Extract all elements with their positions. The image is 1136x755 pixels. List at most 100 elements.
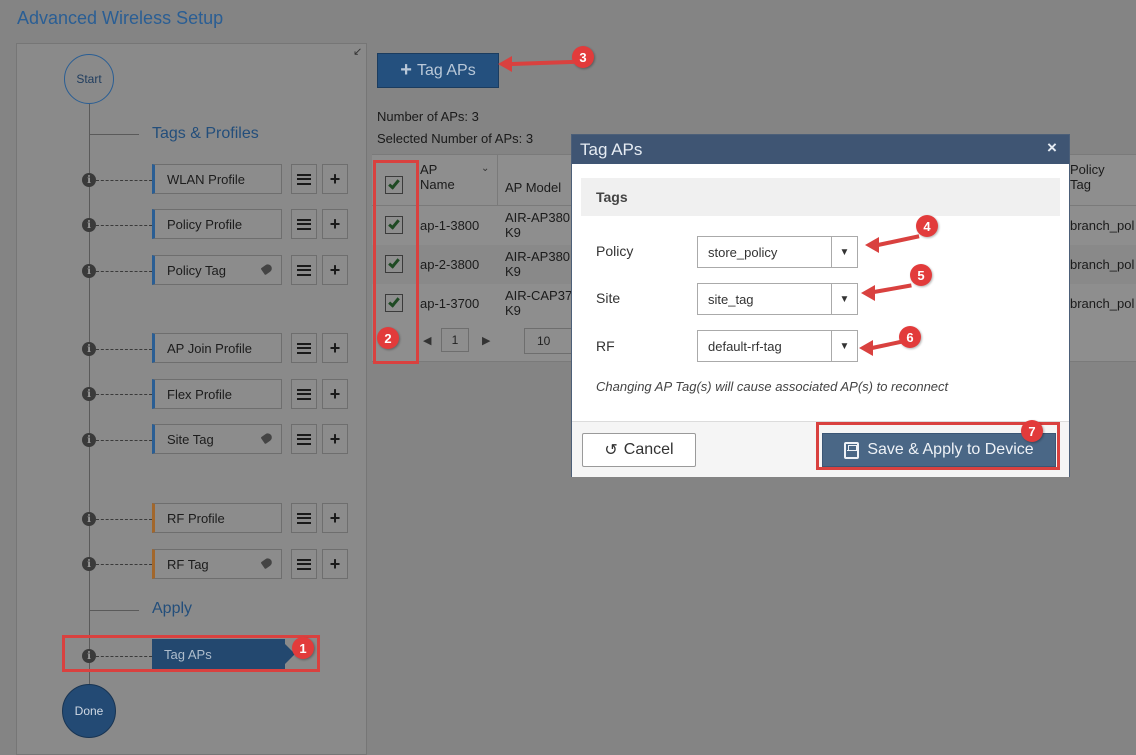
policy-select-value: store_policy <box>708 244 778 260</box>
policy-select[interactable]: store_policy ▼ <box>697 236 858 268</box>
list-icon <box>297 264 311 276</box>
cancel-button-label: Cancel <box>623 441 674 458</box>
list-button[interactable] <box>291 209 317 239</box>
info-icon[interactable]: i <box>82 512 96 526</box>
ap-model-cell: AIR-CAP37 K9 <box>505 288 572 318</box>
ap-count: Number of APs: 3 <box>377 109 479 124</box>
page-number-input[interactable]: 1 <box>441 328 469 352</box>
list-button[interactable] <box>291 164 317 194</box>
info-icon[interactable]: i <box>82 433 96 447</box>
policy-tag-cell: branch_pol <box>1070 296 1135 311</box>
rf-select-value: default-rf-tag <box>708 338 782 354</box>
header-text: Tag <box>1070 177 1091 192</box>
collapse-icon[interactable]: ↙ <box>353 45 362 58</box>
column-divider <box>497 154 498 206</box>
step-rf-tag[interactable]: RF Tag <box>152 549 282 579</box>
header-text: Policy <box>1070 162 1105 177</box>
tag-aps-button[interactable]: + Tag APs <box>377 53 499 88</box>
tags-section-bar <box>581 178 1060 216</box>
step-policy-tag[interactable]: Policy Tag <box>152 255 282 285</box>
info-icon[interactable]: i <box>82 264 96 278</box>
plus-icon: + <box>400 59 412 81</box>
info-icon[interactable]: i <box>82 218 96 232</box>
ap-name-cell: ap-2-3800 <box>420 257 480 272</box>
cell-text: K9 <box>505 264 521 279</box>
rf-label: RF <box>596 338 615 354</box>
add-button[interactable]: + <box>322 164 348 194</box>
cell-text: AIR-AP380 <box>505 249 571 264</box>
list-button[interactable] <box>291 333 317 363</box>
ap-model-cell: AIR-AP380 K9 <box>505 249 570 279</box>
selected-ap-count: Selected Number of APs: 3 <box>377 131 534 146</box>
section-label-tags-profiles: Tags & Profiles <box>152 125 259 142</box>
items-per-page-select[interactable]: 10 <box>524 328 572 354</box>
prev-page-icon[interactable]: ◀ <box>423 334 431 347</box>
list-icon <box>297 388 311 400</box>
ap-name-cell: ap-1-3800 <box>420 218 480 233</box>
column-header-ap-model[interactable]: AP Model <box>505 180 561 195</box>
info-icon[interactable]: i <box>82 342 96 356</box>
undo-icon: ↺ <box>604 442 618 459</box>
done-circle[interactable]: Done <box>62 684 116 738</box>
list-icon <box>297 218 311 230</box>
tag-icon <box>260 262 274 276</box>
cancel-button[interactable]: ↺ Cancel <box>582 433 696 467</box>
close-icon[interactable]: × <box>1047 138 1057 158</box>
plus-icon: + <box>329 554 341 574</box>
list-button[interactable] <box>291 549 317 579</box>
caret-down-icon[interactable]: ▼ <box>831 237 857 267</box>
step-ap-join-profile[interactable]: AP Join Profile <box>152 333 282 363</box>
sort-icon[interactable]: ⌄ <box>481 163 489 174</box>
plus-icon: + <box>329 429 341 449</box>
add-button[interactable]: + <box>322 209 348 239</box>
list-button[interactable] <box>291 424 317 454</box>
info-icon[interactable]: i <box>82 173 96 187</box>
cell-text: AIR-AP380 <box>505 210 571 225</box>
step-policy-profile[interactable]: Policy Profile <box>152 209 282 239</box>
modal-title: Tag APs <box>580 140 643 159</box>
start-circle[interactable]: Start <box>64 54 114 104</box>
annotation-badge: 7 <box>1021 420 1043 442</box>
site-select[interactable]: site_tag ▼ <box>697 283 858 315</box>
add-button[interactable]: + <box>322 503 348 533</box>
ap-name-cell: ap-1-3700 <box>420 296 480 311</box>
step-connector <box>96 564 152 565</box>
caret-down-icon[interactable]: ▼ <box>831 284 857 314</box>
tag-icon <box>260 431 274 445</box>
step-flex-profile[interactable]: Flex Profile <box>152 379 282 409</box>
caret-down-icon[interactable]: ▼ <box>831 331 857 361</box>
step-wlan-profile[interactable]: WLAN Profile <box>152 164 282 194</box>
tag-icon <box>260 556 274 570</box>
cell-text: K9 <box>505 303 521 318</box>
list-button[interactable] <box>291 255 317 285</box>
list-button[interactable] <box>291 379 317 409</box>
annotation-badge: 6 <box>899 326 921 348</box>
add-button[interactable]: + <box>322 255 348 285</box>
add-button[interactable]: + <box>322 379 348 409</box>
rf-select[interactable]: default-rf-tag ▼ <box>697 330 858 362</box>
list-button[interactable] <box>291 503 317 533</box>
column-header-policy-tag[interactable]: Policy Tag <box>1070 162 1105 192</box>
step-site-tag[interactable]: Site Tag <box>152 424 282 454</box>
info-icon[interactable]: i <box>82 557 96 571</box>
tag-aps-button-label: Tag APs <box>416 61 476 79</box>
step-rf-profile[interactable]: RF Profile <box>152 503 282 533</box>
info-icon[interactable]: i <box>82 387 96 401</box>
header-text: AP <box>420 162 438 177</box>
step-connector <box>96 349 152 350</box>
site-select-value: site_tag <box>708 291 754 307</box>
plus-icon: + <box>329 508 341 528</box>
section-divider <box>89 610 139 611</box>
annotation-arrow <box>511 59 575 66</box>
ap-model-cell: AIR-AP380 K9 <box>505 210 570 240</box>
next-page-icon[interactable]: ▶ <box>482 334 490 347</box>
step-connector <box>96 519 152 520</box>
add-button[interactable]: + <box>322 549 348 579</box>
column-header-ap-name[interactable]: AP Name <box>420 162 455 192</box>
annotation-arrow-head <box>859 340 873 356</box>
annotation-arrow-head <box>498 56 512 72</box>
list-icon <box>297 512 311 524</box>
add-button[interactable]: + <box>322 333 348 363</box>
step-label: Site Tag <box>167 431 214 447</box>
add-button[interactable]: + <box>322 424 348 454</box>
